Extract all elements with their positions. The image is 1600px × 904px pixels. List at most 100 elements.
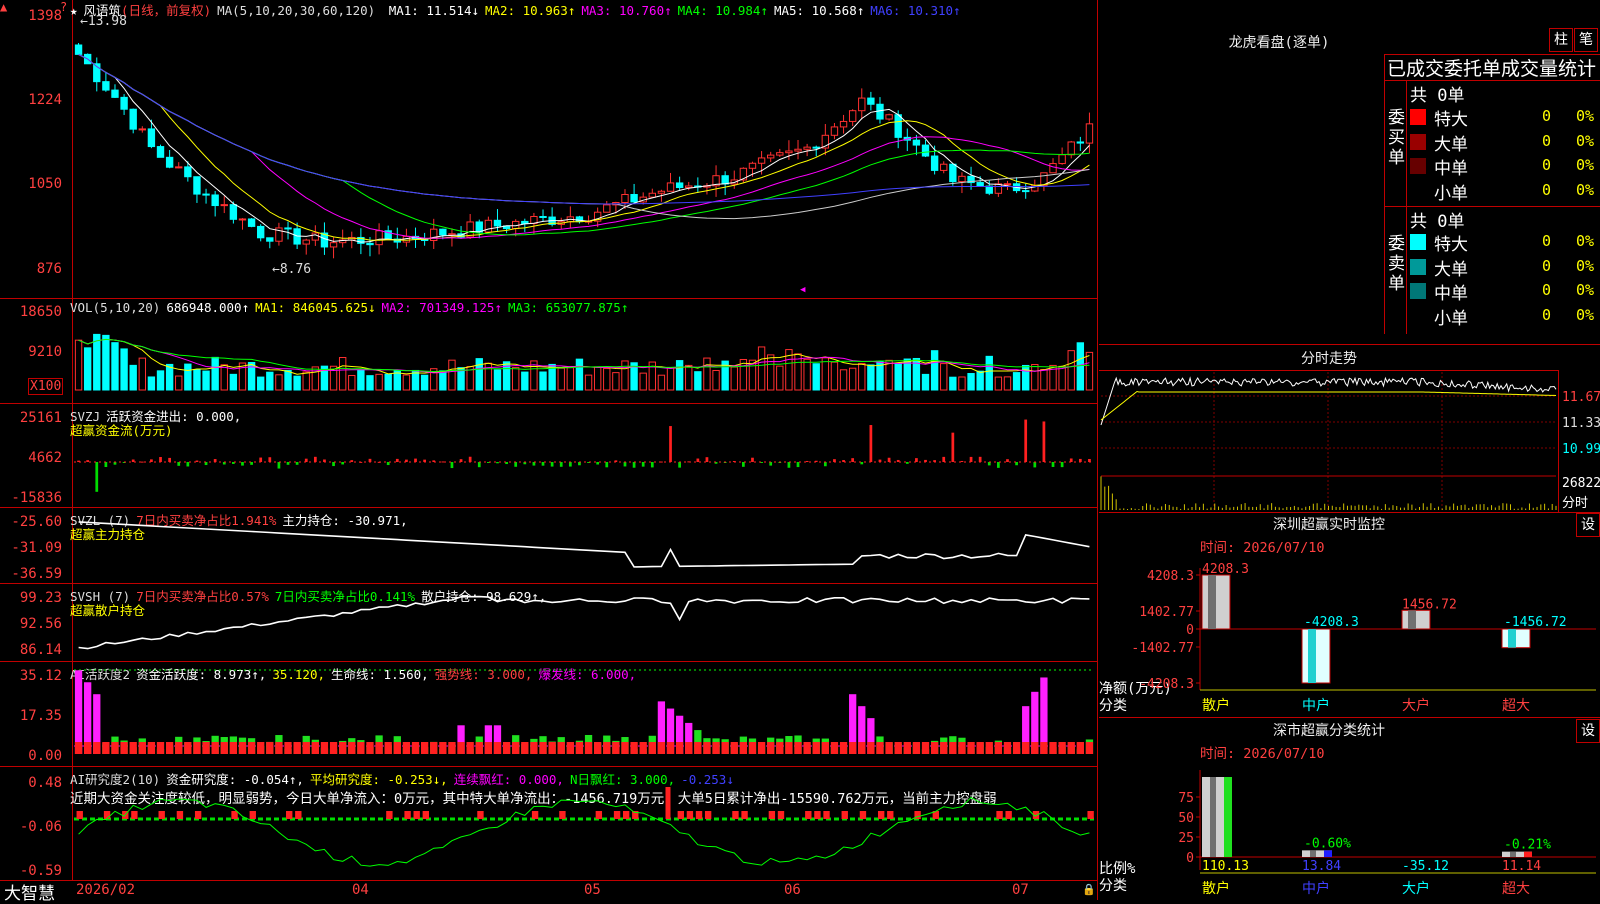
svzj-bar: [95, 462, 99, 492]
sz-class-bar-shade: [1210, 777, 1216, 857]
candle-body: [521, 220, 529, 225]
candle-body: [184, 166, 192, 178]
volume-bar: [940, 363, 948, 391]
svzj-bar: [869, 425, 873, 462]
svsh-pane[interactable]: SVSH (7) 7日内买卖净占比0.57% 7日内买卖净占比0.141% 散户持仓:…: [0, 584, 1098, 662]
volume-bar: [566, 367, 575, 391]
ai-research-chart[interactable]: [0, 767, 1098, 880]
ai-activity-base-bar: [193, 742, 201, 754]
svzj-pane[interactable]: SVZJ 活跃资金进出: 0.000, 超赢资金流(万元) 25161 4662 …: [0, 404, 1098, 508]
sz-class-bar-edge: [1324, 850, 1332, 857]
ai-activity-base-bar: [794, 742, 802, 754]
sz-monitor-settings-button[interactable]: 设: [1576, 513, 1600, 537]
ai-activity-base-bar: [1031, 742, 1039, 754]
candle-body: [220, 204, 228, 207]
ai-research-bar: [887, 811, 894, 819]
sz-class-bar-edge: [1224, 777, 1232, 857]
sz-class-settings-button[interactable]: 设: [1576, 719, 1600, 743]
buy-row-name: 中单: [1434, 159, 1468, 179]
ai-activity-base-bar: [484, 742, 493, 754]
candle-body: [748, 162, 757, 169]
buy-row-count: 0: [1542, 180, 1552, 199]
svzl-pane[interactable]: SVZL (7) 7日内买卖净占比1.941% 主力持仓: -30.971, 超赢主…: [0, 508, 1098, 584]
sz-class-bar-shade: [1510, 851, 1516, 857]
lock-icon[interactable]: 🔒: [1082, 883, 1096, 896]
ai-activity-chart[interactable]: [0, 662, 1098, 766]
volume-bar: [830, 361, 839, 391]
tick-mode-button[interactable]: 笔: [1574, 28, 1598, 52]
volume-pane[interactable]: VOL(5,10,20) 686948.000↑ MA1: 846045.625↓ M…: [0, 298, 1098, 404]
intraday-title: 分时走势: [1301, 351, 1357, 367]
ai-activity-base-bar: [685, 742, 693, 754]
candlestick-chart[interactable]: ◀: [0, 0, 1098, 298]
ai-activity-base-bar: [466, 742, 474, 754]
buy-color-square: [1410, 182, 1426, 199]
sell-total: 共 0单: [1410, 212, 1465, 232]
volume-bar: [338, 357, 347, 391]
ai-activity-base-bar: [912, 742, 921, 754]
svsh-chart[interactable]: [0, 584, 1098, 661]
svzj-bar: [632, 462, 636, 468]
svzj-bar: [851, 458, 855, 462]
volume-bar: [1031, 364, 1039, 391]
volume-bar: [448, 359, 456, 391]
svzj-bar: [823, 462, 827, 467]
sell-row-pct: 0%: [1576, 305, 1595, 324]
ai-activity-base-bar: [739, 742, 748, 754]
candle-body: [921, 144, 930, 157]
ai-activity-base-bar: [1012, 742, 1021, 754]
candle-body: [912, 139, 921, 146]
ai-research-bar: [194, 811, 202, 819]
volume-bar: [348, 374, 356, 391]
ai-activity-base-bar: [247, 742, 256, 754]
ai-research-bar: [732, 811, 739, 819]
svzj-chart[interactable]: [0, 404, 1098, 507]
ai-activity-base-bar: [1067, 742, 1075, 754]
svzj-bar: [177, 462, 181, 466]
volume-chart[interactable]: [0, 298, 1098, 403]
candle-body: [685, 185, 693, 189]
ai-research-bar: [1087, 811, 1094, 819]
svzj-bar: [313, 456, 317, 462]
ai-research-bar: [422, 811, 429, 819]
ai-activity-base-bar: [302, 742, 310, 754]
x-tick: 05: [584, 882, 601, 898]
svzj-bar: [623, 462, 627, 467]
candle-body: [767, 154, 775, 159]
svzj-bar: [241, 462, 244, 466]
ai-research-bar: [158, 811, 165, 819]
sz-monitor-bar-label: 1456.72: [1402, 597, 1457, 612]
bar-mode-button[interactable]: 柱: [1549, 28, 1573, 52]
ai-research-bar: [1005, 811, 1012, 819]
volume-bar: [867, 364, 875, 391]
candle-body: [202, 193, 210, 196]
candle-body: [648, 192, 656, 198]
svzj-bar: [186, 462, 190, 467]
ai-activity-base-bar: [612, 742, 620, 754]
ai-activity-base-bar: [594, 742, 602, 754]
sz-monitor-category: 中户: [1302, 697, 1330, 714]
candle-body: [803, 146, 811, 150]
ai-research-bar: [768, 811, 776, 819]
sz-monitor-title: 深圳超赢实时监控: [1273, 517, 1385, 533]
candle-body: [475, 221, 483, 233]
ai-activity-base-bar: [994, 742, 1003, 754]
sz-class-bar: [1202, 777, 1232, 857]
svzj-bar: [559, 462, 563, 467]
volume-bar: [475, 358, 483, 391]
candlestick-pane[interactable]: ★ 风语筑(日线，前复权) MA(5,10,20,30,60,120) MA1: 1…: [0, 0, 1098, 299]
ai-activity-base-bar: [530, 742, 538, 754]
volume-bar: [1085, 351, 1094, 391]
ai-activity-pane[interactable]: AI活跃度2 资金活跃度: 8.973↑, 35.120, 生命线: 1.560, 强势…: [0, 662, 1098, 767]
volume-bar: [284, 370, 292, 391]
svzl-chart[interactable]: [0, 508, 1098, 583]
ai-activity-base-bar: [730, 742, 738, 754]
ai-activity-base-bar: [1040, 742, 1048, 754]
volume-bar: [657, 374, 666, 391]
volume-bar: [175, 375, 183, 391]
sell-row-pct: 0%: [1576, 232, 1595, 250]
svzj-bar: [596, 462, 600, 465]
svzj-bar: [696, 458, 700, 462]
ai-research-pane[interactable]: AI研究度2(10) 资金研究度: -0.054↑, 平均研究度: -0.253↓,…: [0, 767, 1098, 881]
ai-activity-base-bar: [757, 742, 766, 754]
